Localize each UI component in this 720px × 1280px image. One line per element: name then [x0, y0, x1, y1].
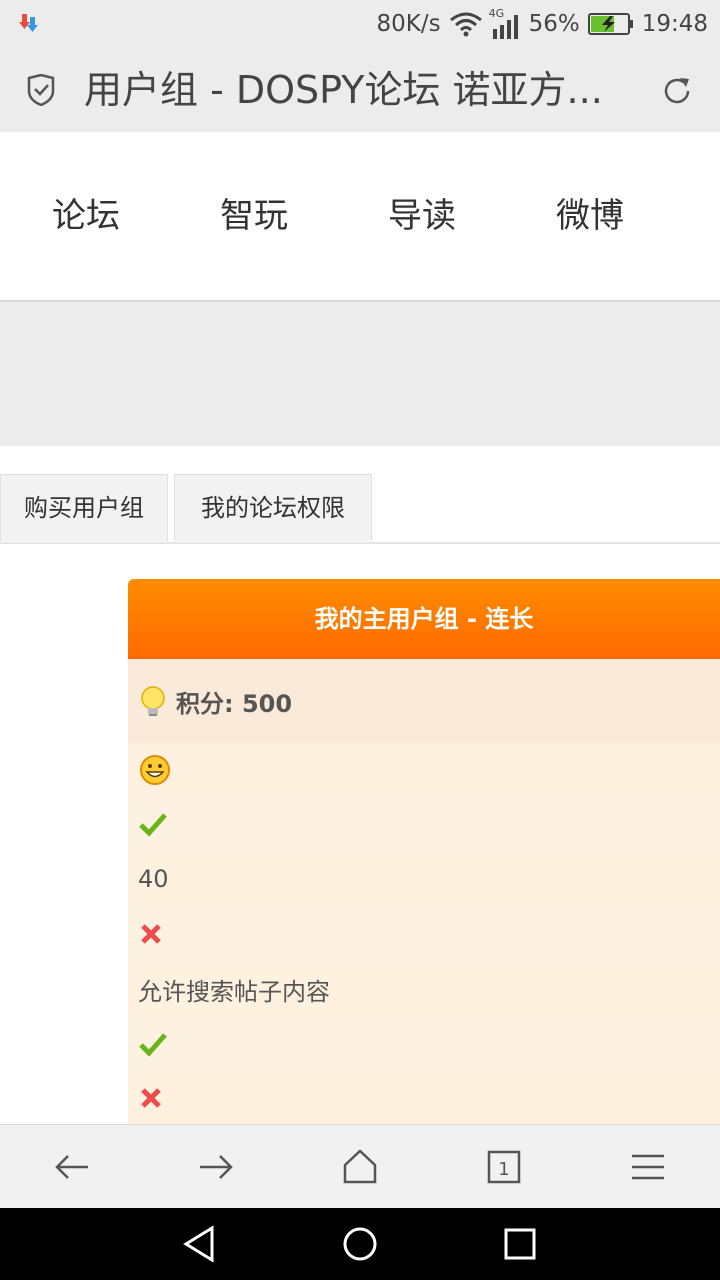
battery-charging-icon	[587, 13, 633, 35]
check-icon	[139, 813, 167, 837]
list-item	[128, 1071, 720, 1125]
network-speed: 80K/s	[376, 11, 441, 37]
browser-toolbar: 1	[0, 1124, 720, 1209]
network-type: 4G	[488, 7, 505, 20]
address-bar: 用户组 - DOSPY论坛 诺亚方...	[0, 48, 720, 133]
list-item	[128, 907, 720, 961]
points-label: 积分: 500	[176, 689, 293, 718]
system-recents-icon[interactable]	[498, 1222, 542, 1266]
back-icon[interactable]	[50, 1145, 94, 1189]
list-item: 允许搜索帖子内容	[128, 961, 720, 1017]
battery-percent: 56%	[528, 11, 580, 37]
tab-buy-usergroup[interactable]: 购买用户组	[0, 474, 168, 541]
system-nav-bar	[0, 1208, 720, 1280]
tab-my-permissions[interactable]: 我的论坛权限	[174, 474, 372, 541]
smiley-icon	[140, 755, 170, 785]
tabs-icon[interactable]: 1	[482, 1145, 526, 1189]
row-value: 40	[138, 865, 169, 893]
status-bar: 80K/s 4G 56% 19:48	[0, 0, 720, 48]
list-item	[128, 797, 720, 851]
nav-item-guide[interactable]: 导读	[388, 188, 456, 244]
points-row: 积分: 500	[128, 659, 720, 743]
system-back-icon[interactable]	[178, 1222, 222, 1266]
lightbulb-icon	[141, 686, 165, 716]
page-title[interactable]: 用户组 - DOSPY论坛 诺亚方...	[84, 62, 634, 118]
nav-item-weibo[interactable]: 微博	[556, 188, 624, 244]
list-item	[128, 743, 720, 797]
wifi-icon	[449, 12, 482, 37]
system-home-icon[interactable]	[338, 1222, 382, 1266]
forward-icon[interactable]	[194, 1145, 238, 1189]
banner-area	[0, 302, 720, 446]
card-header: 我的主用户组 - 连长	[128, 579, 720, 659]
home-icon[interactable]	[338, 1145, 382, 1189]
svg-text:1: 1	[498, 1159, 509, 1180]
tab-bar: 购买用户组 我的论坛权限	[0, 446, 720, 544]
nav-item-smartplay[interactable]: 智玩	[220, 188, 288, 244]
reload-icon[interactable]	[660, 74, 694, 108]
row-value: 允许搜索帖子内容	[138, 977, 330, 1006]
nav-item-forum[interactable]: 论坛	[52, 188, 120, 244]
cross-icon	[141, 1088, 161, 1108]
menu-icon[interactable]	[626, 1145, 670, 1189]
check-icon	[139, 1033, 167, 1057]
main-nav: 论坛 智玩 导读 微博	[0, 132, 720, 302]
shield-check-icon[interactable]	[26, 74, 56, 106]
download-icon	[19, 14, 38, 32]
clock: 19:48	[641, 11, 708, 37]
cross-icon	[141, 924, 161, 944]
usergroup-card: 我的主用户组 - 连长 积分: 500 40 允许搜索帖子内容	[128, 579, 720, 1125]
list-item: 40	[128, 851, 720, 907]
list-item	[128, 1017, 720, 1071]
